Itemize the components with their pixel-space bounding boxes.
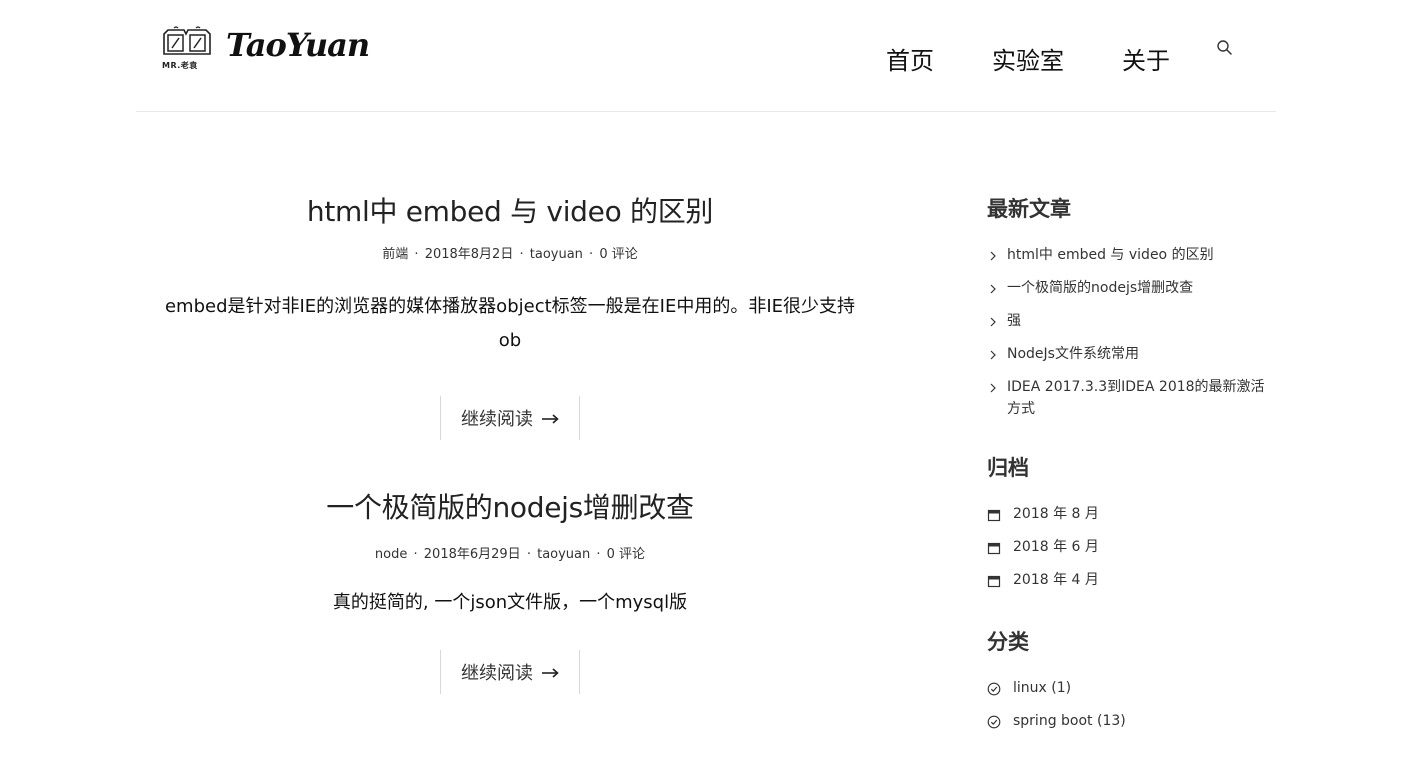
chevron-right-icon bbox=[990, 350, 996, 360]
archive-link[interactable]: 2018 年 6 月 bbox=[987, 536, 1277, 558]
widget-title: 分类 bbox=[987, 630, 1029, 654]
post-excerpt: embed是针对非IE的浏览器的媒体播放器object标签一般是在IE中用的。非… bbox=[164, 296, 856, 351]
post-author[interactable]: taoyuan bbox=[537, 547, 590, 562]
post-excerpt: 真的挺简的, 一个json文件版，一个mysql版 bbox=[332, 592, 688, 613]
post-date[interactable]: 2018年6月29日 bbox=[424, 547, 521, 562]
main-nav: 首页 实验室 关于 bbox=[886, 44, 1170, 78]
archive-link[interactable]: 2018 年 8 月 bbox=[987, 503, 1277, 525]
sidebar: 最新文章 html中 embed 与 video 的区别 一个极简版的nodej… bbox=[987, 193, 1277, 743]
logo-mark-icon: MR.老袁 bbox=[160, 26, 214, 70]
post-meta: 前端 · 2018年8月2日 · taoyuan · 0 评论 bbox=[382, 247, 638, 262]
widget-title: 归档 bbox=[987, 456, 1029, 480]
archive-widget: 归档 2018 年 8 月 2018 年 6 月 2018 年 4 月 bbox=[987, 452, 1277, 591]
calendar-icon bbox=[987, 509, 1001, 522]
calendar-icon bbox=[987, 542, 1001, 555]
post-item: html中 embed 与 video 的区别 前端 · 2018年8月2日 ·… bbox=[160, 190, 860, 440]
arrow-right-icon bbox=[541, 662, 559, 683]
logo-text: TaoYuan bbox=[226, 26, 370, 64]
read-more-label: 继续阅读 bbox=[461, 409, 533, 430]
post-item: 一个极简版的nodejs增删改查 node · 2018年6月29日 · tao… bbox=[160, 486, 860, 694]
archive-label: 2018 年 8 月 bbox=[1013, 506, 1099, 522]
chevron-right-icon bbox=[990, 251, 996, 261]
post-category[interactable]: 前端 bbox=[382, 247, 408, 262]
post-category[interactable]: node bbox=[375, 547, 407, 562]
recent-post-link[interactable]: 一个极简版的nodejs增删改查 bbox=[987, 277, 1277, 299]
recent-posts-widget: 最新文章 html中 embed 与 video 的区别 一个极简版的nodej… bbox=[987, 193, 1277, 420]
post-date[interactable]: 2018年8月2日 bbox=[425, 247, 514, 262]
nav-item-about[interactable]: 关于 bbox=[1122, 44, 1170, 78]
nav-item-home[interactable]: 首页 bbox=[886, 44, 934, 78]
check-circle-icon bbox=[987, 715, 1001, 729]
site-header: MR.老袁 TaoYuan 首页 实验室 关于 bbox=[136, 0, 1276, 112]
post-title[interactable]: html中 embed 与 video 的区别 bbox=[160, 190, 860, 234]
archive-link[interactable]: 2018 年 4 月 bbox=[987, 569, 1277, 591]
calendar-icon bbox=[987, 575, 1001, 588]
post-title[interactable]: 一个极简版的nodejs增删改查 bbox=[160, 486, 860, 530]
post-comments[interactable]: 0 评论 bbox=[607, 547, 645, 562]
post-meta: node · 2018年6月29日 · taoyuan · 0 评论 bbox=[374, 547, 646, 562]
category-label: linux (1) bbox=[1013, 680, 1072, 696]
nav-item-lab[interactable]: 实验室 bbox=[992, 44, 1064, 78]
post-author[interactable]: taoyuan bbox=[530, 247, 583, 262]
logo-caption: MR.老袁 bbox=[162, 61, 198, 70]
read-more-button[interactable]: 继续阅读 bbox=[440, 650, 580, 694]
recent-post-label: html中 embed 与 video 的区别 bbox=[1007, 247, 1214, 263]
categories-widget: 分类 linux (1) spring boot (13) bbox=[987, 626, 1277, 732]
chevron-right-icon bbox=[990, 383, 996, 393]
category-label: spring boot (13) bbox=[1013, 713, 1126, 729]
archive-label: 2018 年 4 月 bbox=[1013, 572, 1099, 588]
recent-post-link[interactable]: html中 embed 与 video 的区别 bbox=[987, 244, 1277, 266]
arrow-right-icon bbox=[541, 408, 559, 429]
page: MR.老袁 TaoYuan 首页 实验室 关于 html中 embed 与 vi… bbox=[0, 0, 1403, 776]
post-list: html中 embed 与 video 的区别 前端 · 2018年8月2日 ·… bbox=[160, 190, 860, 694]
recent-post-link[interactable]: IDEA 2017.3.3到IDEA 2018的最新激活方式 bbox=[987, 376, 1277, 420]
read-more-label: 继续阅读 bbox=[461, 663, 533, 684]
recent-post-label: 强 bbox=[1007, 313, 1021, 329]
archive-label: 2018 年 6 月 bbox=[1013, 539, 1099, 555]
category-link[interactable]: linux (1) bbox=[987, 677, 1277, 699]
search-icon[interactable] bbox=[1216, 39, 1234, 57]
category-link[interactable]: spring boot (13) bbox=[987, 710, 1277, 732]
recent-post-link[interactable]: 强 bbox=[987, 310, 1277, 332]
check-circle-icon bbox=[987, 682, 1001, 696]
recent-post-link[interactable]: NodeJs文件系统常用 bbox=[987, 343, 1277, 365]
recent-post-label: 一个极简版的nodejs增删改查 bbox=[1007, 280, 1194, 296]
chevron-right-icon bbox=[990, 284, 996, 294]
site-logo[interactable]: MR.老袁 TaoYuan bbox=[160, 26, 370, 70]
recent-post-label: NodeJs文件系统常用 bbox=[1007, 346, 1139, 362]
post-comments[interactable]: 0 评论 bbox=[599, 247, 637, 262]
widget-title: 最新文章 bbox=[987, 197, 1071, 221]
chevron-right-icon bbox=[990, 317, 996, 327]
recent-post-label: IDEA 2017.3.3到IDEA 2018的最新激活方式 bbox=[1007, 379, 1265, 417]
read-more-button[interactable]: 继续阅读 bbox=[440, 396, 580, 440]
